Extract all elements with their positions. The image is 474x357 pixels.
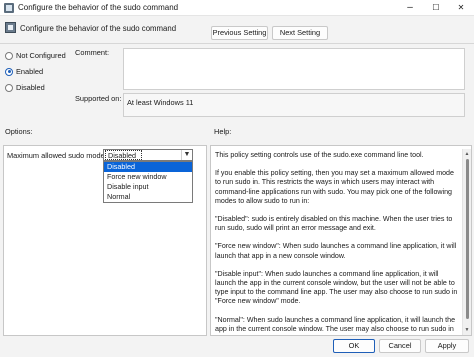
apply-label: Apply <box>437 341 457 350</box>
radio-circle[interactable] <box>5 83 13 92</box>
cancel-button[interactable]: Cancel <box>379 339 421 353</box>
help-paragraph: If you enable this policy setting, then … <box>215 169 454 205</box>
options-label: Options: <box>5 127 33 136</box>
close-button[interactable]: ✕ <box>448 0 474 16</box>
apply-button[interactable]: Apply <box>425 339 469 353</box>
maximize-button[interactable]: ☐ <box>423 0 449 16</box>
radio-circle-selected[interactable] <box>5 67 13 76</box>
ok-label: OK <box>348 341 360 350</box>
title-bar: Configure the behavior of the sudo comma… <box>0 0 474 16</box>
dropdown-option-force-new-window[interactable]: Force new window <box>104 172 192 182</box>
sudo-mode-dropdown[interactable]: Disabled ▼ <box>103 149 193 161</box>
help-paragraph: "Disable input": When sudo launches a co… <box>215 269 458 306</box>
dropdown-option-disable-input[interactable]: Disable input <box>104 182 192 192</box>
help-paragraph: "Disabled": sudo is entirely disabled on… <box>215 215 453 233</box>
help-text: This policy setting controls use of the … <box>212 150 461 334</box>
next-setting-button[interactable]: Next Setting <box>272 26 328 40</box>
header-divider <box>0 43 474 44</box>
radio-label: Not Configured <box>16 51 66 60</box>
next-setting-label: Next Setting <box>279 28 321 37</box>
help-paragraph: "Normal": When sudo launches a command l… <box>215 315 456 333</box>
scroll-up-arrow-icon[interactable]: ▲ <box>463 150 471 158</box>
cancel-label: Cancel <box>388 341 412 350</box>
ok-button[interactable]: OK <box>333 339 375 353</box>
sudo-mode-dropdown-list: Disabled Force new window Disable input … <box>103 161 193 203</box>
comment-label: Comment: <box>75 48 110 57</box>
radio-not-configured[interactable]: Not Configured <box>5 51 66 60</box>
radio-label: Disabled <box>16 83 45 92</box>
dropdown-option-disabled[interactable]: Disabled <box>104 162 192 172</box>
help-scrollbar[interactable]: ▲ ▼ <box>462 149 471 335</box>
setting-title: Configure the behavior of the sudo comma… <box>20 24 177 33</box>
radio-enabled[interactable]: Enabled <box>5 67 43 76</box>
setting-icon <box>5 22 16 33</box>
policy-app-icon <box>4 3 14 13</box>
sudo-mode-selected: Disabled <box>105 150 142 160</box>
help-paragraph: This policy setting controls use of the … <box>215 151 424 159</box>
radio-disabled[interactable]: Disabled <box>5 83 45 92</box>
radio-circle[interactable] <box>5 51 13 60</box>
radio-label: Enabled <box>16 67 44 76</box>
chevron-down-icon[interactable]: ▼ <box>181 150 192 160</box>
previous-setting-label: Previous Setting <box>212 28 267 37</box>
dropdown-option-normal[interactable]: Normal <box>104 192 192 202</box>
max-sudo-mode-label: Maximum allowed sudo mode <box>7 151 105 160</box>
help-paragraph: "Force new window": When sudo launches a… <box>215 242 457 260</box>
scroll-thumb[interactable] <box>466 159 469 319</box>
help-label: Help: <box>214 127 232 136</box>
window-title: Configure the behavior of the sudo comma… <box>18 3 179 12</box>
comment-textarea[interactable] <box>123 48 465 90</box>
minimize-button[interactable]: – <box>397 0 423 16</box>
supported-on-value: At least Windows 11 <box>123 93 465 117</box>
previous-setting-button[interactable]: Previous Setting <box>211 26 268 40</box>
scroll-down-arrow-icon[interactable]: ▼ <box>463 326 471 334</box>
supported-on-label: Supported on: <box>75 94 122 103</box>
